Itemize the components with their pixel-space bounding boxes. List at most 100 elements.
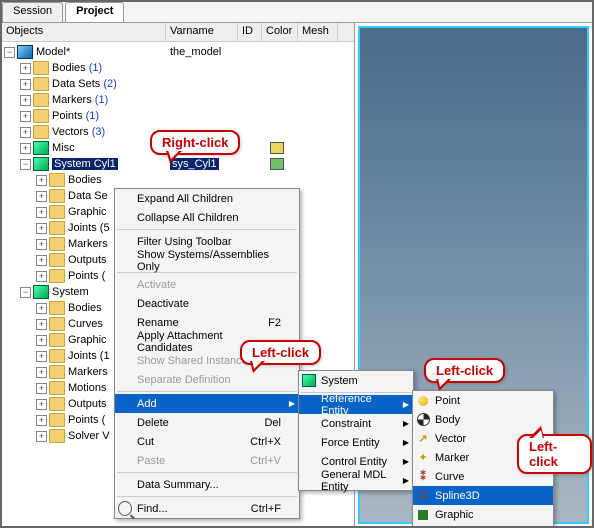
folder-icon xyxy=(33,61,49,75)
folder-icon xyxy=(49,413,65,427)
tree-label: Motions xyxy=(68,382,107,394)
menu-find[interactable]: Find...Ctrl+F xyxy=(115,499,299,518)
expand-toggle[interactable]: + xyxy=(36,351,47,362)
expand-toggle[interactable]: + xyxy=(36,367,47,378)
expand-toggle[interactable]: + xyxy=(20,79,31,90)
tree-label: Misc xyxy=(52,142,75,154)
tree-row[interactable]: +Bodies (1) xyxy=(2,60,354,76)
menu-general-mdl[interactable]: General MDL Entity▶ xyxy=(299,471,413,490)
folder-icon xyxy=(49,429,65,443)
menu-delete[interactable]: DeleteDel xyxy=(115,413,299,432)
color-swatch[interactable] xyxy=(270,158,284,170)
folder-icon xyxy=(33,109,49,123)
tree-row[interactable]: +Markers (1) xyxy=(2,92,354,108)
tree-label: Outputs xyxy=(68,254,107,266)
menu-separator xyxy=(117,391,297,392)
tree-label: Bodies xyxy=(68,174,102,186)
expand-toggle[interactable]: + xyxy=(20,63,31,74)
spline3d-icon: ⁂ xyxy=(416,489,430,503)
tree-row-model[interactable]: − Model* the_model xyxy=(2,44,354,60)
header-objects[interactable]: Objects xyxy=(2,23,166,41)
menu-deactivate[interactable]: Deactivate xyxy=(115,294,299,313)
menu-constraint[interactable]: Constraint▶ xyxy=(299,414,413,433)
body-icon xyxy=(416,413,430,427)
expand-toggle[interactable]: + xyxy=(36,223,47,234)
header-mesh[interactable]: Mesh xyxy=(298,23,338,41)
tree-label: Curves xyxy=(68,318,103,330)
system-icon xyxy=(302,374,316,388)
folder-icon xyxy=(49,253,65,267)
menu-force-entity[interactable]: Force Entity▶ xyxy=(299,433,413,452)
tree-label: System xyxy=(52,286,89,298)
expand-toggle[interactable]: + xyxy=(36,415,47,426)
tree-row[interactable]: +Points (1) xyxy=(2,108,354,124)
expand-toggle[interactable]: + xyxy=(20,111,31,122)
model-icon xyxy=(17,45,33,59)
menu-separator xyxy=(117,472,297,473)
tree-label: Markers xyxy=(52,94,92,106)
expand-toggle[interactable]: + xyxy=(36,383,47,394)
expand-toggle[interactable]: − xyxy=(4,47,15,58)
expand-toggle[interactable]: + xyxy=(36,239,47,250)
expand-toggle[interactable]: + xyxy=(36,335,47,346)
expand-toggle[interactable]: + xyxy=(20,95,31,106)
point-icon xyxy=(416,394,430,408)
header-varname[interactable]: Varname xyxy=(166,23,238,41)
count-badge: (2) xyxy=(103,78,116,90)
shortcut-label: Ctrl+F xyxy=(251,503,281,515)
expand-toggle[interactable]: − xyxy=(20,159,31,170)
tab-project[interactable]: Project xyxy=(65,2,124,22)
expand-toggle[interactable]: + xyxy=(36,175,47,186)
expand-toggle[interactable]: − xyxy=(20,287,31,298)
header-id[interactable]: ID xyxy=(238,23,262,41)
menu-cut[interactable]: CutCtrl+X xyxy=(115,432,299,451)
tree-row[interactable]: + Bodies xyxy=(2,172,354,188)
submenu-arrow-icon: ▶ xyxy=(403,400,409,409)
menu-add[interactable]: Add▶ xyxy=(115,394,299,413)
expand-toggle[interactable]: + xyxy=(20,127,31,138)
menu-separator xyxy=(117,229,297,230)
folder-icon xyxy=(49,381,65,395)
color-swatch[interactable] xyxy=(270,142,284,154)
menu-reference-entity[interactable]: Reference Entity▶ xyxy=(299,395,413,414)
header-color[interactable]: Color xyxy=(262,23,298,41)
callout-left-click: Left-click xyxy=(240,340,321,365)
expand-toggle[interactable]: + xyxy=(36,431,47,442)
find-icon xyxy=(118,502,132,516)
expand-toggle[interactable]: + xyxy=(36,191,47,202)
tree-label: Bodies xyxy=(68,302,102,314)
menu-point[interactable]: Point xyxy=(413,391,553,410)
tab-bar: Session Project xyxy=(2,2,592,23)
expand-toggle[interactable]: + xyxy=(36,207,47,218)
shortcut-label: Ctrl+V xyxy=(250,455,281,467)
folder-icon xyxy=(49,349,65,363)
expand-toggle[interactable]: + xyxy=(20,143,31,154)
varname-cell: the_model xyxy=(170,46,221,58)
tree-label: Markers xyxy=(68,366,108,378)
tree-label: Points ( xyxy=(68,414,105,426)
tab-session[interactable]: Session xyxy=(2,2,63,22)
expand-toggle[interactable]: + xyxy=(36,399,47,410)
shortcut-label: F2 xyxy=(268,317,281,329)
tree-label: Data Sets xyxy=(52,78,100,90)
tree-row[interactable]: + Data Sets (2) xyxy=(2,76,354,92)
expand-toggle[interactable]: + xyxy=(36,319,47,330)
tree-label: Points xyxy=(52,110,83,122)
expand-toggle[interactable]: + xyxy=(36,303,47,314)
shortcut-label: Ctrl+X xyxy=(250,436,281,448)
menu-add-system[interactable]: System xyxy=(299,371,413,390)
expand-toggle[interactable]: + xyxy=(36,255,47,266)
menu-graphic[interactable]: Graphic xyxy=(413,505,553,524)
menu-spline3d[interactable]: ⁂Spline3D xyxy=(413,486,553,505)
menu-collapse-all[interactable]: Collapse All Children xyxy=(115,208,299,227)
folder-icon xyxy=(33,77,49,91)
tree-label: Graphic xyxy=(68,206,107,218)
shortcut-label: Del xyxy=(264,417,281,429)
submenu-arrow-icon: ▶ xyxy=(403,476,409,485)
menu-separate-def: Separate Definition xyxy=(115,370,299,389)
menu-show-systems-only[interactable]: Show Systems/Assemblies Only xyxy=(115,251,299,270)
folder-icon xyxy=(49,189,65,203)
menu-data-summary[interactable]: Data Summary... xyxy=(115,475,299,494)
menu-expand-all[interactable]: Expand All Children xyxy=(115,189,299,208)
expand-toggle[interactable]: + xyxy=(36,271,47,282)
